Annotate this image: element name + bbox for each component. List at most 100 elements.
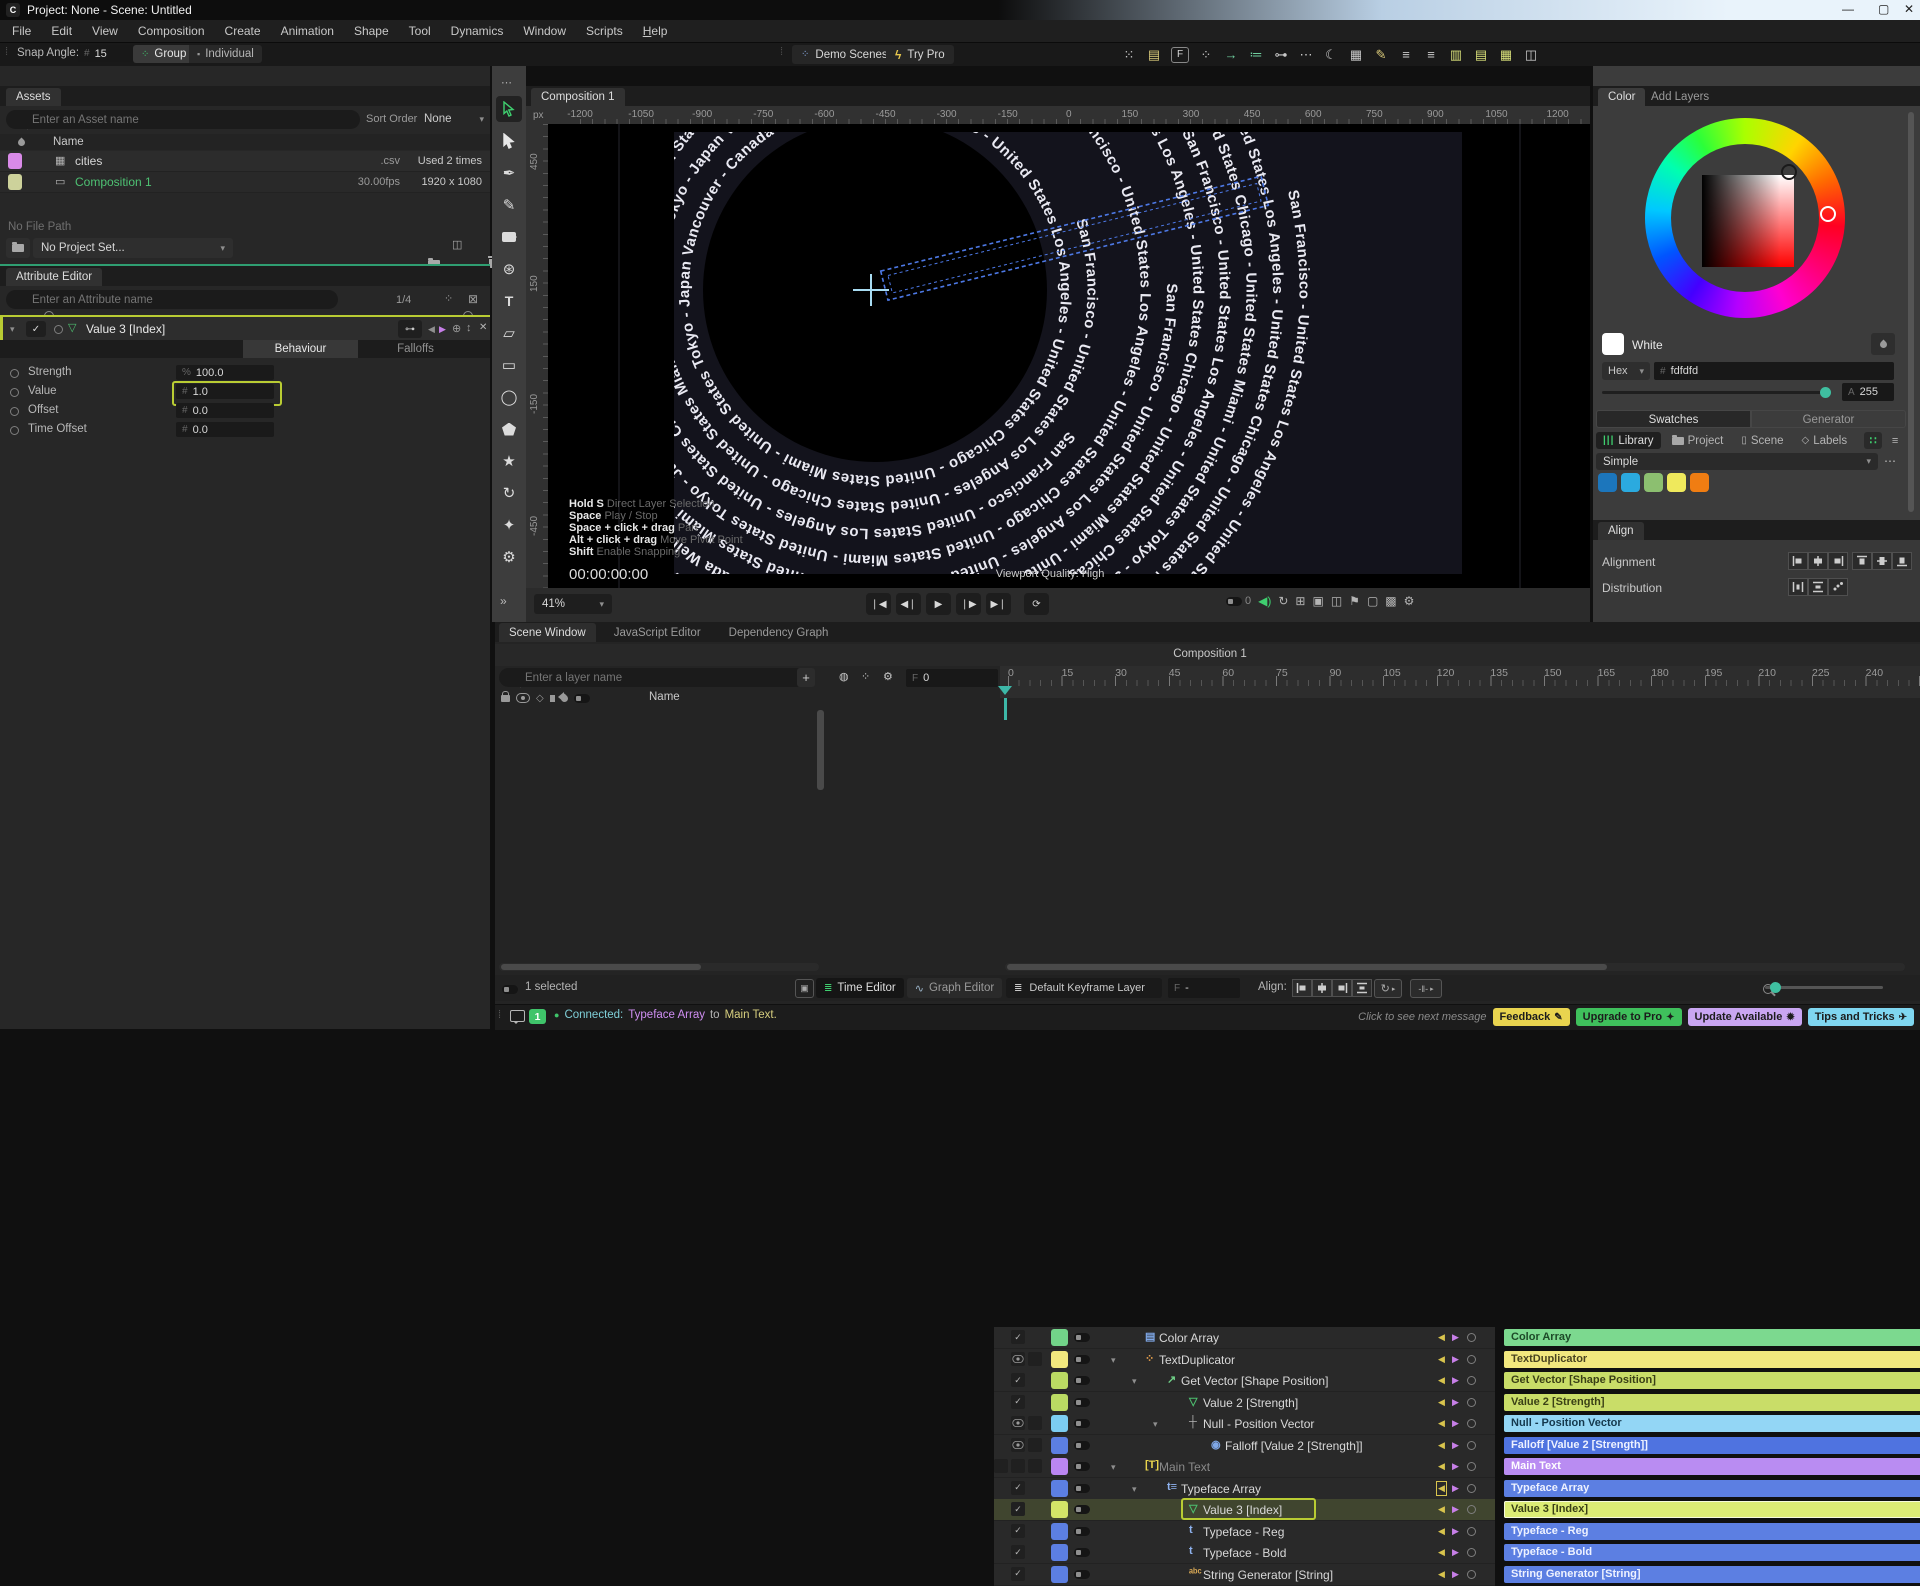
layer-color-swatch[interactable]	[1051, 1479, 1068, 1497]
saturation-value-square[interactable]	[1702, 175, 1794, 267]
timeline-bar[interactable]: Value 2 [Strength]	[1504, 1393, 1920, 1411]
layer-row[interactable]: ▾ ⁘ TextDuplicator ◀ ▶	[994, 1348, 1495, 1371]
layer-row[interactable]: ✓ ▾ ↗ Get Vector [Shape Position] ◀ ▶	[994, 1370, 1495, 1392]
keyframe-prev-icon[interactable]: ◀	[1438, 1569, 1445, 1580]
menu-item-edit[interactable]: Edit	[41, 24, 82, 38]
library-button-labels[interactable]: ◇ Labels	[1794, 432, 1854, 449]
toolstrip-expand-icon[interactable]: »	[500, 594, 507, 608]
align-middle-button[interactable]	[1872, 552, 1892, 570]
layer-row[interactable]: ✓ ▤ Color Array ◀ ▶	[994, 1327, 1495, 1349]
ellipsis-icon[interactable]: ⋯	[1295, 45, 1317, 65]
keyframe-prev-icon[interactable]: ◀	[1436, 1480, 1447, 1496]
snap-angle-field[interactable]: #15	[78, 45, 136, 62]
timeline-ruler[interactable]: 0 15 30 45 60 75 90 105 120 135 150 165 180 195 210 225…	[1000, 666, 1920, 698]
visibility-checkbox[interactable]: ✓	[1011, 1480, 1025, 1495]
layer-toggle-icon[interactable]	[1074, 1462, 1090, 1471]
layer-toggle-icon[interactable]	[1074, 1419, 1090, 1428]
asset-search-input[interactable]	[6, 110, 360, 129]
align-right-button[interactable]	[1828, 552, 1848, 570]
skew-tool[interactable]: ▱	[496, 320, 522, 346]
menu-item-create[interactable]: Create	[215, 24, 271, 38]
collapse-chevron-icon[interactable]: ▾	[10, 324, 15, 335]
layer-row[interactable]: ✓ ᵃᵇᶜ String Generator [String] ◀ ▶	[994, 1563, 1495, 1586]
layer-row[interactable]: ✓ t Typeface - Reg ◀ ▶	[994, 1520, 1495, 1543]
tab-add-layers[interactable]: Add Layers	[1641, 88, 1719, 106]
visibility-checkbox[interactable]: ✓	[1011, 1566, 1025, 1581]
arrow-right-icon[interactable]: →	[1220, 45, 1242, 65]
arc-icon[interactable]: ☾	[1320, 45, 1342, 65]
tab-attribute-editor[interactable]: Attribute Editor	[6, 268, 103, 286]
solo-checkbox[interactable]	[1028, 1459, 1042, 1473]
solo-radio[interactable]	[54, 325, 63, 334]
kf-align-center-button[interactable]	[1312, 979, 1332, 997]
keyframe-next-icon[interactable]: ▶	[1452, 1397, 1459, 1408]
layer-color-swatch[interactable]	[1051, 1501, 1068, 1518]
visibility-eye[interactable]	[1011, 1437, 1025, 1452]
layer-row[interactable]: ▾ [T] Main Text ◀ ▶	[994, 1456, 1495, 1478]
isolate-button[interactable]: ▣	[795, 979, 814, 998]
toolbar-drag-handle-2[interactable]: ⁞	[780, 46, 783, 58]
tab-color[interactable]: Color	[1598, 88, 1646, 106]
keyframe-layer-select[interactable]: ≣ Default Keyframe Layer	[1006, 978, 1162, 998]
keyframe-prev-icon[interactable]: ◀	[1438, 1375, 1445, 1386]
keyframe-prev-icon[interactable]: ◀	[1438, 1418, 1445, 1429]
timeline-zoom-track[interactable]	[1765, 986, 1883, 989]
tab-generator[interactable]: Generator	[1751, 410, 1906, 428]
menu-item-dynamics[interactable]: Dynamics	[441, 24, 514, 38]
keyframe-prev-icon[interactable]: ◀	[1438, 1526, 1445, 1537]
kf-align-right-button[interactable]	[1332, 979, 1352, 997]
menu-item-file[interactable]: File	[2, 24, 41, 38]
pencil-tool[interactable]: ✎	[496, 192, 522, 218]
camera-tool[interactable]	[496, 224, 522, 250]
menu-item-composition[interactable]: Composition	[128, 24, 215, 38]
zoom-level-select[interactable]: 41% ▾	[534, 594, 612, 614]
loop-button[interactable]: ⟳	[1024, 593, 1049, 615]
alpha-slider-track[interactable]	[1602, 391, 1828, 394]
close-button[interactable]: ✕	[1904, 2, 1914, 16]
keyframe-radio[interactable]	[1467, 1354, 1476, 1364]
panel-scrollbar[interactable]	[1908, 112, 1914, 512]
region-icon[interactable]: ▢	[1367, 594, 1378, 608]
expand-chevron-icon[interactable]: ▾	[1153, 1419, 1158, 1430]
layers-icon[interactable]: ▣	[1312, 594, 1323, 608]
settings-filter-icon[interactable]: ⚙	[883, 670, 893, 683]
expand-chevron-icon[interactable]: ▾	[1132, 1484, 1137, 1495]
timeline-bar[interactable]: Value 3 [Index]	[1504, 1501, 1920, 1518]
tab-time-editor[interactable]: ≣ Time Editor	[816, 978, 904, 998]
tips-and-tricks-button[interactable]: Tips and Tricks ✈	[1807, 1008, 1914, 1026]
kf-align-left-button[interactable]	[1292, 979, 1312, 997]
expand-chevron-icon[interactable]: ▾	[1111, 1462, 1116, 1473]
arc-tool[interactable]: ↻	[496, 480, 522, 506]
keyframe-prev-icon[interactable]: ◀	[1438, 1354, 1445, 1365]
layer-color-swatch[interactable]	[1051, 1544, 1068, 1561]
keyboard-icon[interactable]: ▦	[1345, 45, 1367, 65]
previous-frame-button[interactable]: ◀❘	[896, 593, 921, 615]
pin-icon[interactable]: ⊕	[452, 322, 461, 335]
polygon-tool[interactable]	[496, 416, 522, 442]
layer-color-swatch[interactable]	[1051, 1329, 1068, 1346]
monitor-icon[interactable]: ◫	[1520, 45, 1542, 65]
distribute-scatter-button[interactable]	[1828, 578, 1848, 596]
columns-icon-3[interactable]: ▦	[1495, 45, 1517, 65]
keyframe-next-icon[interactable]: ▶	[1452, 1354, 1459, 1365]
align-center-h-button[interactable]	[1808, 552, 1828, 570]
checker-icon[interactable]: ▩	[1385, 594, 1396, 608]
color-swatch[interactable]	[1621, 473, 1640, 492]
layer-toggle-icon[interactable]	[1074, 1548, 1090, 1557]
maximize-button[interactable]: ▢	[1878, 2, 1889, 16]
swatch-set-menu-icon[interactable]: ⋯	[1884, 454, 1896, 468]
tab-falloffs[interactable]: Falloffs	[358, 340, 473, 358]
asset-color-swatch[interactable]	[8, 174, 22, 190]
kf-distribute-button[interactable]	[1352, 979, 1372, 997]
distribute-v-button[interactable]	[1808, 578, 1828, 596]
keyframe-radio[interactable]	[1467, 1569, 1476, 1579]
keyframe-next-icon[interactable]: ▶	[439, 324, 446, 335]
visibility-checkbox[interactable]: ✓	[1011, 1502, 1025, 1516]
color-swatch[interactable]	[1667, 473, 1686, 492]
menu-item-window[interactable]: Window	[513, 24, 576, 38]
solo-checkbox[interactable]	[1028, 1416, 1042, 1430]
keyframe-radio[interactable]	[10, 388, 19, 397]
tab-javascript-editor[interactable]: JavaScript Editor	[604, 623, 711, 642]
viewport-toggle-zero[interactable]: 0	[1226, 595, 1251, 607]
next-frame-button[interactable]: ❘▶	[956, 593, 981, 615]
